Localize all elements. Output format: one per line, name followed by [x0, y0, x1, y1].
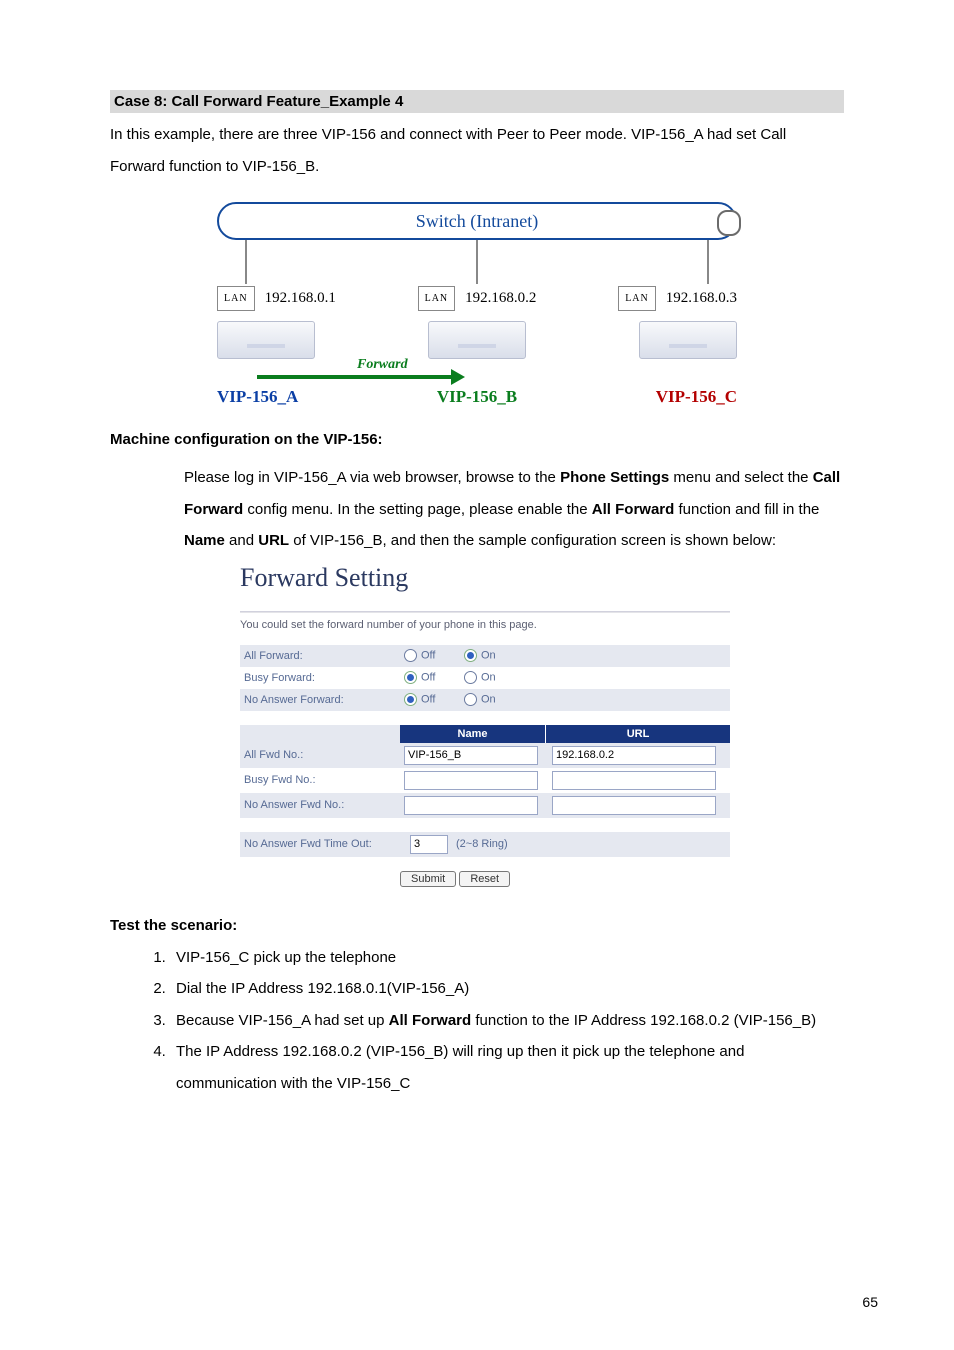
forward-arrow-head-icon	[451, 369, 465, 385]
list-item: Because VIP-156_A had set up All Forward…	[170, 1005, 844, 1037]
switch-plug-icon	[717, 210, 741, 236]
noanswer-forward-on-radio[interactable]	[464, 693, 477, 706]
text: Because VIP-156_A had set up	[176, 1012, 389, 1029]
col-url: URL	[546, 725, 730, 743]
ip-b: 192.168.0.2	[465, 290, 536, 307]
machine-config-paragraph: Please log in VIP-156_A via web browser,…	[184, 462, 844, 557]
forward-arrow-label: Forward	[357, 357, 408, 373]
url-bold: URL	[258, 532, 289, 549]
noanswer-fwd-no-row: No Answer Fwd No.:	[240, 793, 730, 818]
on-text: On	[481, 693, 496, 705]
text: function to the IP Address 192.168.0.2 (…	[471, 1012, 816, 1029]
scenario-list: VIP-156_C pick up the telephone Dial the…	[150, 942, 844, 1100]
device-b-icon	[428, 321, 526, 359]
text: Please log in VIP-156_A via web browser,…	[184, 469, 560, 486]
device-c-name: VIP-156_C	[656, 387, 737, 407]
cable-line	[245, 240, 247, 284]
device-a-name: VIP-156_A	[217, 387, 298, 407]
submit-button[interactable]: Submit	[400, 871, 456, 887]
device-a-icon	[217, 321, 315, 359]
text: config menu. In the setting page, please…	[243, 501, 592, 518]
all-fwd-no-row: All Fwd No.:	[240, 743, 730, 768]
busy-fwd-url-input[interactable]	[552, 771, 716, 790]
cable-line	[476, 240, 478, 284]
list-item: Dial the IP Address 192.168.0.1(VIP-156_…	[170, 973, 844, 1005]
noanswer-forward-label: No Answer Forward:	[240, 694, 404, 706]
all-forward-bold: All Forward	[592, 501, 675, 518]
reset-button[interactable]: Reset	[459, 871, 510, 887]
switch-label: Switch (Intranet)	[416, 211, 538, 232]
section-title: Case 8: Call Forward Feature_Example 4	[110, 90, 844, 113]
off-text: Off	[421, 649, 435, 661]
noanswer-timeout-input[interactable]	[410, 835, 448, 854]
ip-c: 192.168.0.3	[666, 290, 737, 307]
busy-forward-on-radio[interactable]	[464, 671, 477, 684]
text: menu and select the	[669, 469, 812, 486]
busy-fwd-no-row: Busy Fwd No.:	[240, 768, 730, 793]
all-forward-bold: All Forward	[389, 1012, 472, 1029]
busy-forward-row: Busy Forward: Off On	[240, 667, 730, 689]
device-c-icon	[639, 321, 737, 359]
forward-setting-title: Forward Setting	[240, 563, 730, 593]
all-forward-off-radio[interactable]	[404, 649, 417, 662]
network-diagram: Switch (Intranet) LAN 192.168.0.1 LAN 19…	[217, 202, 737, 407]
noanswer-forward-row: No Answer Forward: Off On	[240, 689, 730, 711]
divider	[240, 611, 730, 613]
name-bold: Name	[184, 532, 225, 549]
all-fwd-name-input[interactable]	[404, 746, 538, 765]
phone-settings-bold: Phone Settings	[560, 469, 669, 486]
on-text: On	[481, 649, 496, 661]
text: and	[225, 532, 258, 549]
noanswer-timeout-label: No Answer Fwd Time Out:	[240, 838, 410, 850]
forward-setting-desc: You could set the forward number of your…	[240, 619, 730, 631]
all-fwd-no-label: All Fwd No.:	[240, 749, 404, 761]
busy-forward-off-radio[interactable]	[404, 671, 417, 684]
forward-table-header: Name URL	[240, 725, 730, 743]
lan-label: LAN	[618, 286, 656, 311]
off-text: Off	[421, 671, 435, 683]
device-b-name: VIP-156_B	[437, 387, 517, 407]
all-fwd-url-input[interactable]	[552, 746, 716, 765]
all-forward-row: All Forward: Off On	[240, 645, 730, 667]
text: function and fill in the	[674, 501, 819, 518]
ip-a: 192.168.0.1	[265, 290, 336, 307]
cable-line	[707, 240, 709, 284]
busy-forward-label: Busy Forward:	[240, 672, 404, 684]
test-scenario-heading: Test the scenario:	[110, 917, 844, 934]
noanswer-timeout-hint: (2~8 Ring)	[456, 838, 508, 850]
forward-setting-screenshot: Forward Setting You could set the forwar…	[240, 563, 730, 887]
noanswer-timeout-row: No Answer Fwd Time Out: (2~8 Ring)	[240, 832, 730, 857]
machine-config-heading: Machine configuration on the VIP-156:	[110, 431, 844, 448]
on-text: On	[481, 671, 496, 683]
switch-box: Switch (Intranet)	[217, 202, 737, 240]
busy-fwd-no-label: Busy Fwd No.:	[240, 774, 404, 786]
all-forward-on-radio[interactable]	[464, 649, 477, 662]
page-number: 65	[862, 1294, 878, 1310]
forward-arrow-line	[257, 375, 452, 379]
lan-label: LAN	[418, 286, 456, 311]
intro-paragraph: In this example, there are three VIP-156…	[110, 119, 844, 182]
all-forward-label: All Forward:	[240, 650, 404, 662]
busy-fwd-name-input[interactable]	[404, 771, 538, 790]
list-item: The IP Address 192.168.0.2 (VIP-156_B) w…	[170, 1036, 844, 1099]
noanswer-fwd-url-input[interactable]	[552, 796, 716, 815]
list-item: VIP-156_C pick up the telephone	[170, 942, 844, 974]
col-name: Name	[400, 725, 546, 743]
lan-label: LAN	[217, 286, 255, 311]
text: of VIP-156_B, and then the sample config…	[289, 532, 776, 549]
noanswer-fwd-no-label: No Answer Fwd No.:	[240, 799, 404, 811]
noanswer-fwd-name-input[interactable]	[404, 796, 538, 815]
off-text: Off	[421, 693, 435, 705]
noanswer-forward-off-radio[interactable]	[404, 693, 417, 706]
